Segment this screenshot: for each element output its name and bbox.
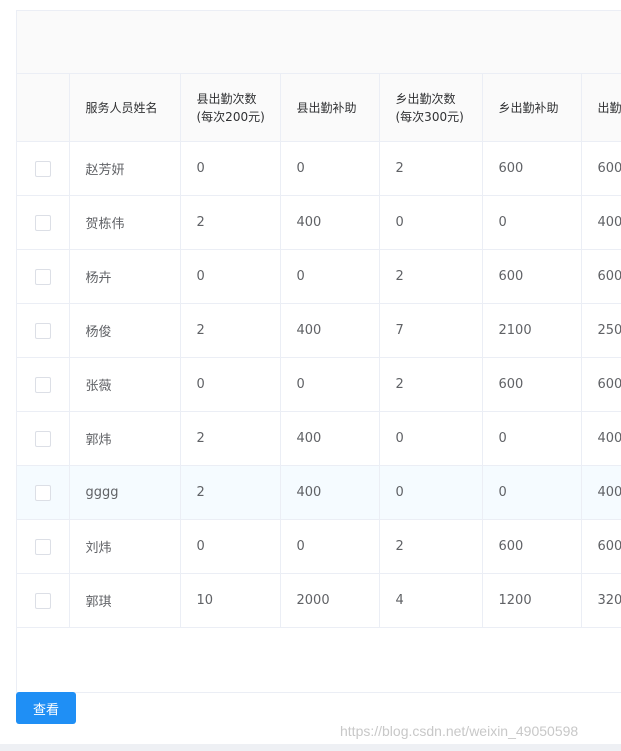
- row-select-cell: [17, 195, 70, 250]
- table-toolbar: [17, 11, 621, 74]
- cell-staff-name: 贺栋伟: [69, 195, 181, 250]
- cell-county-subsidy: 0: [280, 141, 380, 196]
- cell-county-times: 2: [180, 465, 281, 520]
- cell-town-times: 2: [379, 357, 483, 412]
- table-row[interactable]: 郭琪102000412003200: [17, 573, 621, 628]
- cell-county-times: 2: [180, 303, 281, 358]
- row-select-cell: [17, 357, 70, 412]
- table-row[interactable]: 刘炜 0 0 2 600 600: [17, 519, 621, 574]
- table-row[interactable]: 贺栋伟 2 400 0 0 400: [17, 195, 621, 250]
- row-checkbox[interactable]: [35, 592, 51, 609]
- header-county-times: 县出勤次数 (每次200元): [180, 74, 281, 142]
- cell-county-subsidy: 400: [280, 303, 380, 358]
- cell-town-times: 2: [379, 519, 483, 574]
- table-row[interactable]: gggg 2 400 0 0 400: [17, 465, 621, 520]
- row-select-cell: [17, 303, 70, 358]
- row-checkbox[interactable]: [35, 430, 51, 447]
- header-town-times: 乡出勤次数 (每次300元): [379, 74, 483, 142]
- cell-county-subsidy: 0: [280, 357, 380, 412]
- row-select-cell: [17, 573, 70, 628]
- cell-total-subsidy: 2500: [581, 303, 621, 358]
- cell-town-times: 2: [379, 249, 483, 304]
- header-staff-name: 服务人员姓名: [69, 74, 181, 142]
- table-row[interactable]: 杨俊2400721002500: [17, 303, 621, 358]
- cell-total-subsidy: 400: [581, 411, 621, 466]
- cell-county-times: 0: [180, 519, 281, 574]
- footer-strip: [0, 744, 621, 751]
- cell-total-subsidy: 3200: [581, 573, 621, 628]
- cell-county-subsidy: 0: [280, 249, 380, 304]
- row-checkbox[interactable]: [35, 160, 51, 177]
- row-checkbox[interactable]: [35, 376, 51, 393]
- data-table-panel: 服务人员姓名 县出勤次数 (每次200元) 县出勤补助 乡出勤次数 (每次300…: [16, 10, 621, 693]
- cell-staff-name: 郭炜: [69, 411, 181, 466]
- cell-town-subsidy: 600: [482, 519, 582, 574]
- cell-staff-name: gggg: [69, 465, 181, 520]
- cell-total-subsidy: 600: [581, 519, 621, 574]
- cell-total-subsidy: 600: [581, 141, 621, 196]
- cell-town-subsidy: 600: [482, 141, 582, 196]
- cell-county-times: 0: [180, 357, 281, 412]
- cell-staff-name: 郭琪: [69, 573, 181, 628]
- cell-total-subsidy: 400: [581, 195, 621, 250]
- cell-county-times: 2: [180, 411, 281, 466]
- cell-county-subsidy: 400: [280, 411, 380, 466]
- cell-county-times: 0: [180, 141, 281, 196]
- cell-town-times: 2: [379, 141, 483, 196]
- header-select-column: [17, 74, 70, 142]
- cell-county-times: 10: [180, 573, 281, 628]
- cell-town-subsidy: 1200: [482, 573, 582, 628]
- cell-town-subsidy: 2100: [482, 303, 582, 358]
- cell-total-subsidy: 400: [581, 465, 621, 520]
- row-select-cell: [17, 141, 70, 196]
- row-select-cell: [17, 249, 70, 304]
- table-header-row: 服务人员姓名 县出勤次数 (每次200元) 县出勤补助 乡出勤次数 (每次300…: [17, 74, 621, 142]
- cell-county-times: 0: [180, 249, 281, 304]
- watermark: https://blog.csdn.net/weixin_49050598: [340, 723, 579, 739]
- cell-county-subsidy: 400: [280, 195, 380, 250]
- attendance-table: 服务人员姓名 县出勤次数 (每次200元) 县出勤补助 乡出勤次数 (每次300…: [17, 74, 621, 628]
- cell-staff-name: 杨卉: [69, 249, 181, 304]
- cell-town-subsidy: 0: [482, 195, 582, 250]
- cell-county-times: 2: [180, 195, 281, 250]
- table-row[interactable]: 赵芳妍 0 0 2 600 600: [17, 141, 621, 196]
- cell-county-subsidy: 2000: [280, 573, 380, 628]
- cell-county-subsidy: 0: [280, 519, 380, 574]
- row-checkbox[interactable]: [35, 322, 51, 339]
- cell-town-subsidy: 0: [482, 411, 582, 466]
- header-town-subsidy: 乡出勤补助: [482, 74, 582, 142]
- cell-county-subsidy: 400: [280, 465, 380, 520]
- table-row[interactable]: 郭炜 2 400 0 0 400: [17, 411, 621, 466]
- row-select-cell: [17, 519, 70, 574]
- cell-staff-name: 张薇: [69, 357, 181, 412]
- cell-town-times: 4: [379, 573, 483, 628]
- cell-total-subsidy: 600: [581, 249, 621, 304]
- table-row[interactable]: 张薇 0 0 2 600 600: [17, 357, 621, 412]
- cell-town-times: 0: [379, 465, 483, 520]
- cell-town-times: 0: [379, 195, 483, 250]
- cell-town-subsidy: 0: [482, 465, 582, 520]
- row-checkbox[interactable]: [35, 214, 51, 231]
- cell-staff-name: 杨俊: [69, 303, 181, 358]
- cell-staff-name: 刘炜: [69, 519, 181, 574]
- cell-town-subsidy: 600: [482, 249, 582, 304]
- row-select-cell: [17, 465, 70, 520]
- row-checkbox[interactable]: [35, 268, 51, 285]
- view-button[interactable]: 查看: [16, 692, 76, 724]
- cell-town-times: 0: [379, 411, 483, 466]
- row-select-cell: [17, 411, 70, 466]
- cell-town-subsidy: 600: [482, 357, 582, 412]
- header-total-subsidy: 出勤: [581, 74, 621, 142]
- cell-total-subsidy: 600: [581, 357, 621, 412]
- row-checkbox[interactable]: [35, 484, 51, 501]
- cell-staff-name: 赵芳妍: [69, 141, 181, 196]
- header-county-subsidy: 县出勤补助: [280, 74, 380, 142]
- row-checkbox[interactable]: [35, 538, 51, 555]
- table-row[interactable]: 杨卉 0 0 2 600 600: [17, 249, 621, 304]
- cell-town-times: 7: [379, 303, 483, 358]
